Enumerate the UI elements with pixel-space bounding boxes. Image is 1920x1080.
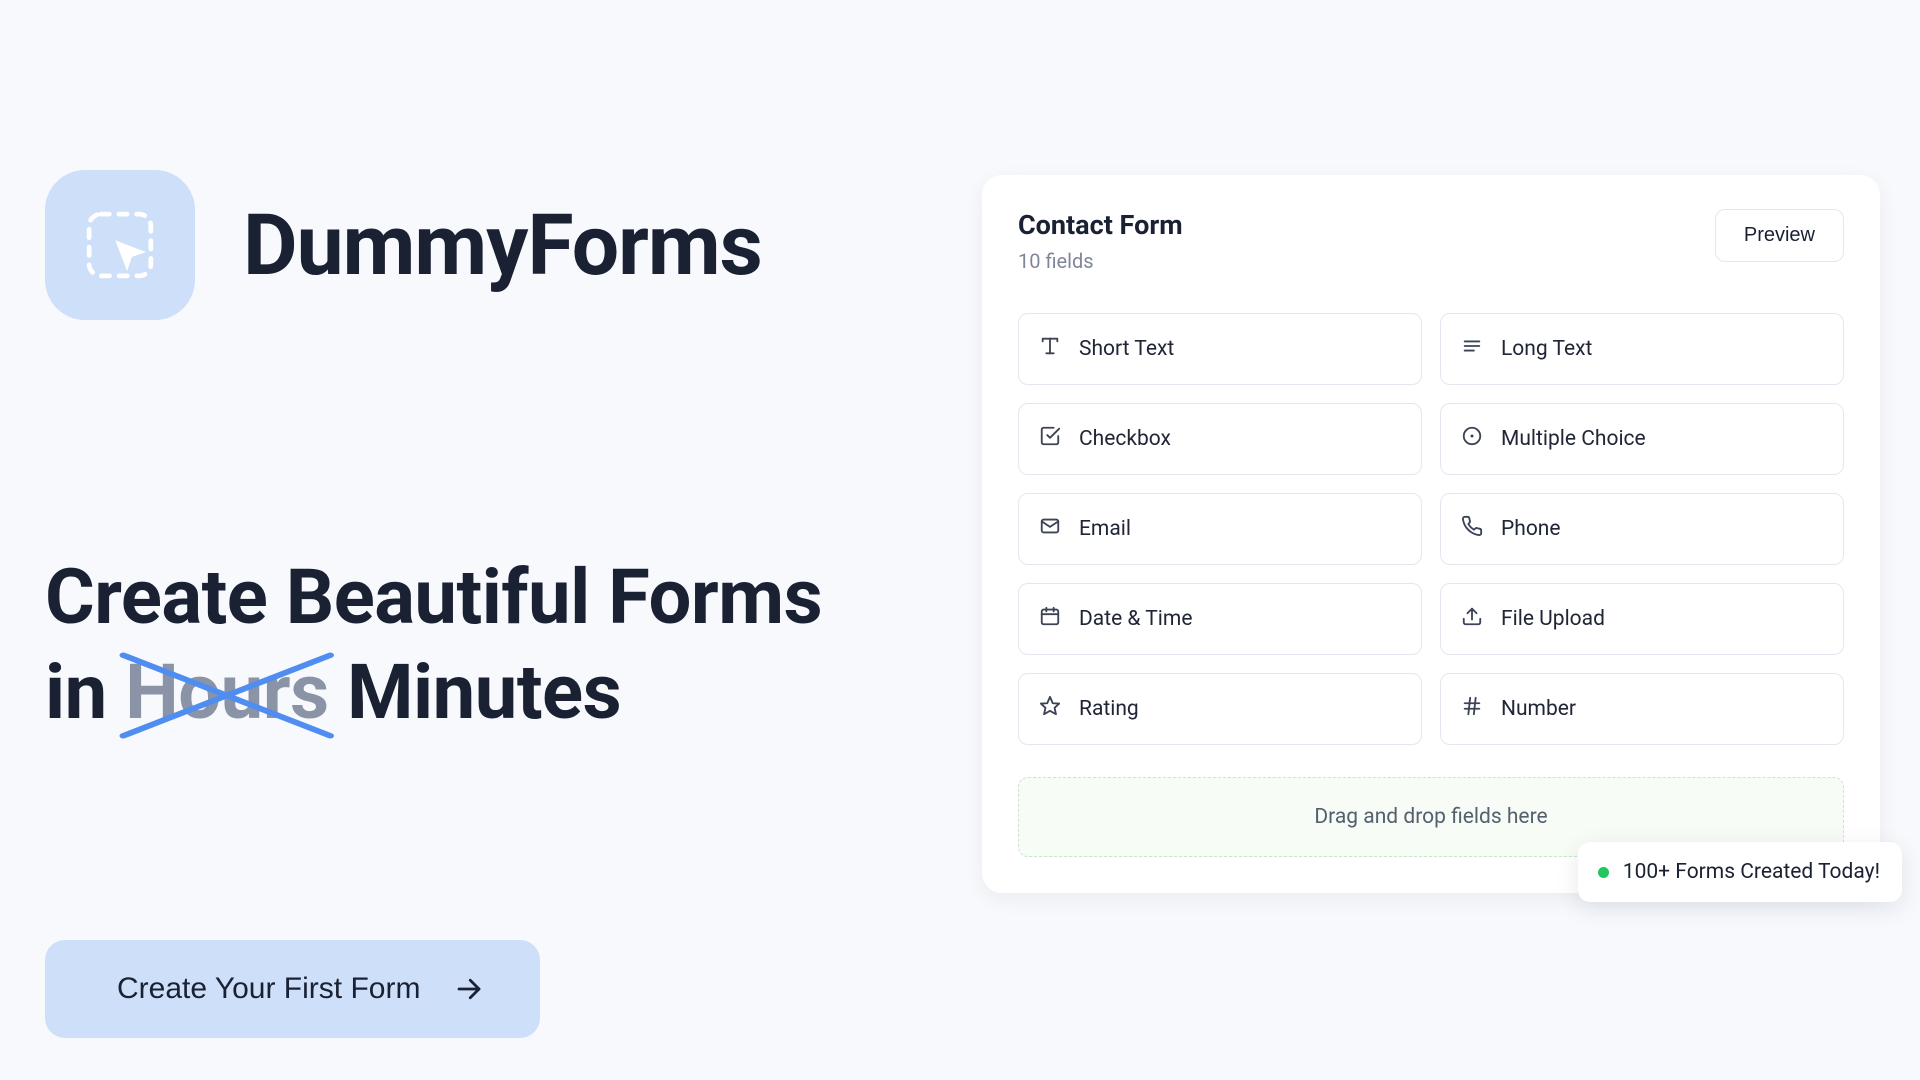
field-option-label: Rating: [1079, 697, 1139, 721]
activity-toast: 100+ Forms Created Today!: [1578, 842, 1902, 902]
hash-icon: [1461, 695, 1483, 723]
form-title: Contact Form: [1018, 209, 1183, 241]
brand-logo-badge: [45, 170, 195, 320]
field-option-hash[interactable]: Number: [1440, 673, 1844, 745]
field-option-label: Multiple Choice: [1501, 427, 1646, 451]
phone-icon: [1461, 515, 1483, 543]
mail-icon: [1039, 515, 1061, 543]
dashed-select-cursor-icon: [82, 207, 158, 283]
field-option-calendar[interactable]: Date & Time: [1018, 583, 1422, 655]
headline-line2-suffix: Minutes: [329, 647, 622, 737]
upload-icon: [1461, 605, 1483, 633]
hero-headline: Create Beautiful Forms in Hours Minutes: [45, 550, 980, 740]
field-option-upload[interactable]: File Upload: [1440, 583, 1844, 655]
headline-line2-prefix: in: [45, 647, 125, 737]
headline-strike-word: Hours: [125, 645, 329, 740]
field-option-label: Short Text: [1079, 337, 1174, 361]
field-option-check-square[interactable]: Checkbox: [1018, 403, 1422, 475]
lines-icon: [1461, 335, 1483, 363]
arrow-right-icon: [454, 974, 484, 1004]
headline-line1: Create Beautiful Forms: [45, 552, 822, 642]
field-option-lines[interactable]: Long Text: [1440, 313, 1844, 385]
status-dot-icon: [1598, 867, 1609, 878]
field-option-label: Number: [1501, 697, 1576, 721]
calendar-icon: [1039, 605, 1061, 633]
toast-text: 100+ Forms Created Today!: [1623, 860, 1880, 884]
create-first-form-button[interactable]: Create Your First Form: [45, 940, 540, 1038]
brand-name: DummyForms: [243, 196, 762, 295]
field-option-circle-dot[interactable]: Multiple Choice: [1440, 403, 1844, 475]
field-option-mail[interactable]: Email: [1018, 493, 1422, 565]
cta-label: Create Your First Form: [117, 972, 420, 1006]
field-option-label: File Upload: [1501, 607, 1605, 631]
field-option-label: Checkbox: [1079, 427, 1171, 451]
field-option-star[interactable]: Rating: [1018, 673, 1422, 745]
star-icon: [1039, 695, 1061, 723]
field-option-label: Date & Time: [1079, 607, 1192, 631]
type-icon: [1039, 335, 1061, 363]
dropzone-label: Drag and drop fields here: [1314, 805, 1547, 829]
brand: DummyForms: [45, 170, 980, 320]
field-option-phone[interactable]: Phone: [1440, 493, 1844, 565]
form-builder-card: Contact Form 10 fields Preview Short Tex…: [982, 175, 1880, 893]
preview-button[interactable]: Preview: [1715, 209, 1844, 262]
check-square-icon: [1039, 425, 1061, 453]
field-option-label: Long Text: [1501, 337, 1592, 361]
circle-dot-icon: [1461, 425, 1483, 453]
field-option-label: Email: [1079, 517, 1131, 541]
form-field-count: 10 fields: [1018, 249, 1183, 273]
field-option-type[interactable]: Short Text: [1018, 313, 1422, 385]
field-option-label: Phone: [1501, 517, 1561, 541]
